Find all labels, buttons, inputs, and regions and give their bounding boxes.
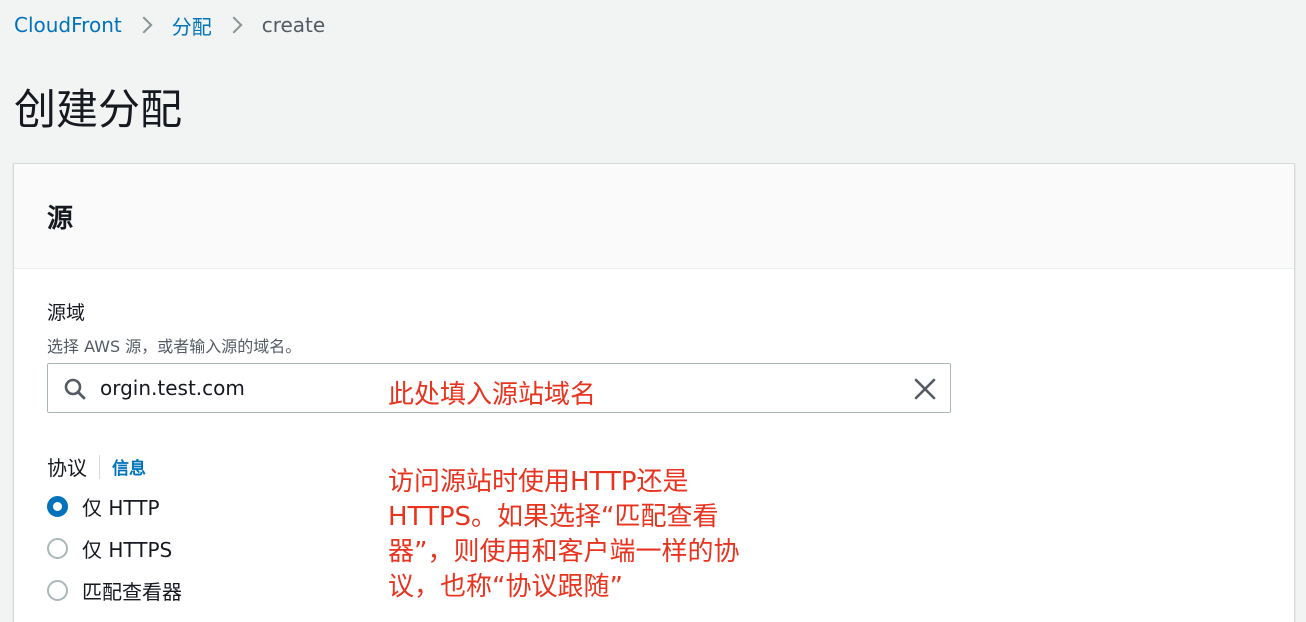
close-icon[interactable] bbox=[912, 376, 938, 402]
chevron-right-icon bbox=[225, 16, 243, 34]
search-icon bbox=[64, 378, 86, 400]
radio-match-viewer[interactable]: 匹配查看器 bbox=[47, 576, 182, 605]
radio-label: 仅 HTTPS bbox=[82, 538, 173, 562]
origin-domain-value[interactable]: orgin.test.com bbox=[100, 376, 245, 400]
radio-button[interactable] bbox=[47, 538, 68, 559]
radio-label: 仅 HTTP bbox=[82, 496, 160, 520]
radio-button-checked[interactable] bbox=[47, 496, 68, 517]
info-link[interactable]: 信息 bbox=[112, 454, 146, 479]
breadcrumb-cloudfront[interactable]: CloudFront bbox=[14, 13, 122, 37]
panel-header: 源 bbox=[14, 164, 1294, 269]
radio-label: 匹配查看器 bbox=[82, 580, 182, 604]
protocol-label: 协议 bbox=[47, 456, 87, 480]
origin-domain-label: 源域 bbox=[47, 302, 86, 324]
radio-button[interactable] bbox=[47, 580, 68, 601]
radio-https-only[interactable]: 仅 HTTPS bbox=[47, 534, 172, 563]
panel-heading: 源 bbox=[47, 203, 74, 234]
protocol-header: 协议 信息 bbox=[47, 452, 146, 481]
breadcrumb-distributions[interactable]: 分配 bbox=[172, 11, 212, 40]
chevron-right-icon bbox=[135, 16, 153, 34]
origin-panel: 源 源域 选择 AWS 源，或者输入源的域名。 orgin.test.com 此… bbox=[13, 163, 1295, 622]
radio-http-only[interactable]: 仅 HTTP bbox=[47, 492, 160, 521]
page-title: 创建分配 bbox=[14, 85, 183, 134]
breadcrumb-current: create bbox=[261, 13, 326, 37]
annotation-domain-note: 此处填入源站域名 bbox=[388, 380, 597, 410]
annotation-protocol-note: 访问源站时使用HTTP还是HTTPS。如果选择“匹配查看器”，则使用和客户端一样… bbox=[388, 467, 740, 602]
origin-domain-description: 选择 AWS 源，或者输入源的域名。 bbox=[47, 337, 302, 356]
divider bbox=[99, 454, 100, 479]
breadcrumb: CloudFront 分配 create bbox=[14, 10, 325, 40]
